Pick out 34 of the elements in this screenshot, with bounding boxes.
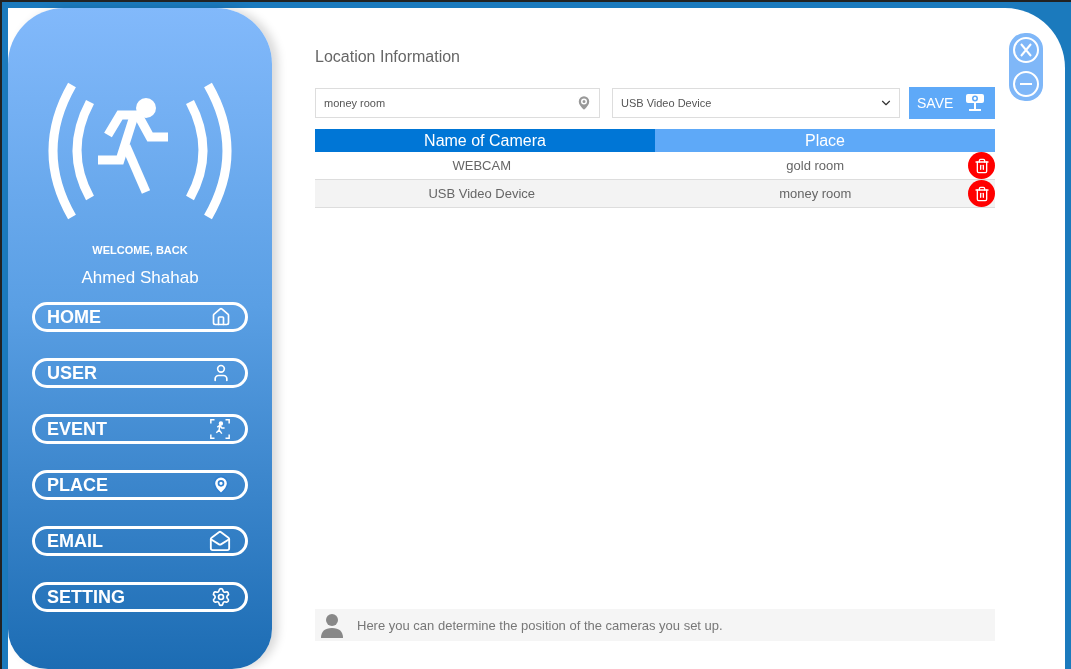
table-cell-text: gold room	[785, 158, 846, 173]
user-icon	[211, 363, 231, 383]
welcome-text: WELCOME, BACK	[92, 244, 188, 256]
minimize-icon[interactable]	[1012, 70, 1040, 98]
table-cell-text: USB Video Device	[427, 186, 537, 201]
nav-button[interactable]: USER	[32, 358, 248, 388]
close-icon[interactable]	[1012, 36, 1040, 64]
save-button[interactable]: SAVE	[909, 87, 995, 119]
nav-button[interactable]: EVENT	[32, 414, 248, 444]
map-pin-icon	[211, 475, 231, 495]
place-field[interactable]: money room	[315, 88, 600, 118]
table-cell-text: money room	[778, 186, 853, 201]
nav-button[interactable]: SETTING	[32, 582, 248, 612]
nav-button[interactable]: EMAIL	[32, 526, 248, 556]
delete-button[interactable]	[968, 180, 995, 207]
nav-button[interactable]: HOME	[32, 302, 248, 332]
user-name: Ahmed Shahab	[81, 268, 199, 288]
envelope-icon	[209, 530, 231, 552]
column-header[interactable]: Place	[655, 129, 995, 152]
camera-select[interactable]: USB Video Device	[612, 88, 900, 118]
column-header[interactable]: Name of Camera	[315, 129, 655, 152]
map-pin-icon	[575, 94, 593, 112]
support-agent-icon	[319, 612, 345, 638]
delete-button[interactable]	[968, 152, 995, 179]
table-cell-text: WEBCAM	[451, 158, 512, 173]
camera-icon	[963, 93, 987, 113]
house-icon	[211, 307, 231, 327]
trash-icon	[973, 185, 990, 202]
trash-icon	[973, 157, 990, 174]
nav-button[interactable]: PLACE	[32, 470, 248, 500]
hint-text: Here you can determine the position of the cameras you set up.	[357, 617, 723, 633]
gear-icon	[211, 587, 231, 607]
running-figure-icon	[209, 418, 231, 440]
page-title: Location Information	[315, 48, 461, 66]
